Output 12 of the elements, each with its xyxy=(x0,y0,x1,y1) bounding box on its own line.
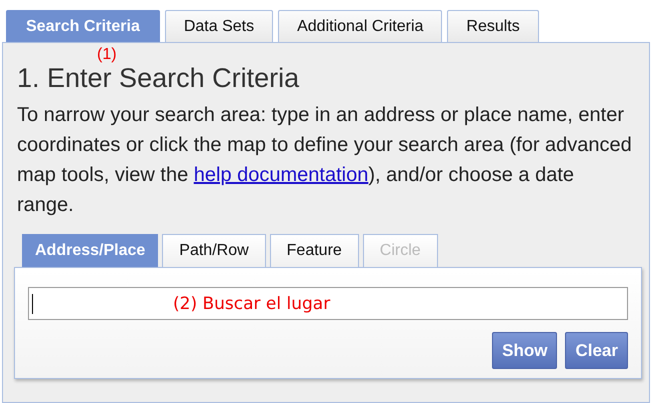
tab[interactable]: Results xyxy=(447,10,539,42)
tab[interactable]: Feature xyxy=(270,234,359,267)
help-link[interactable]: help documentation xyxy=(194,164,368,186)
intro-paragraph: To narrow your search area: type in an address or place name, enter coordinates or click the map to define your search area (for advanced map tools, view the help documentation), and/or choose a date range. xyxy=(17,103,633,218)
clear-button[interactable]: Clear xyxy=(565,332,628,369)
tab[interactable]: Data Sets xyxy=(164,10,274,42)
tab[interactable]: Path/Row xyxy=(162,234,266,267)
section-heading: 1. Enter Search Criteria xyxy=(17,63,300,94)
address-input-field[interactable]: (2) Buscar el lugar xyxy=(28,287,628,320)
tab[interactable]: Additional Criteria xyxy=(278,10,442,42)
show-button[interactable]: Show xyxy=(492,332,558,369)
annotation-text: (1) xyxy=(97,46,117,64)
